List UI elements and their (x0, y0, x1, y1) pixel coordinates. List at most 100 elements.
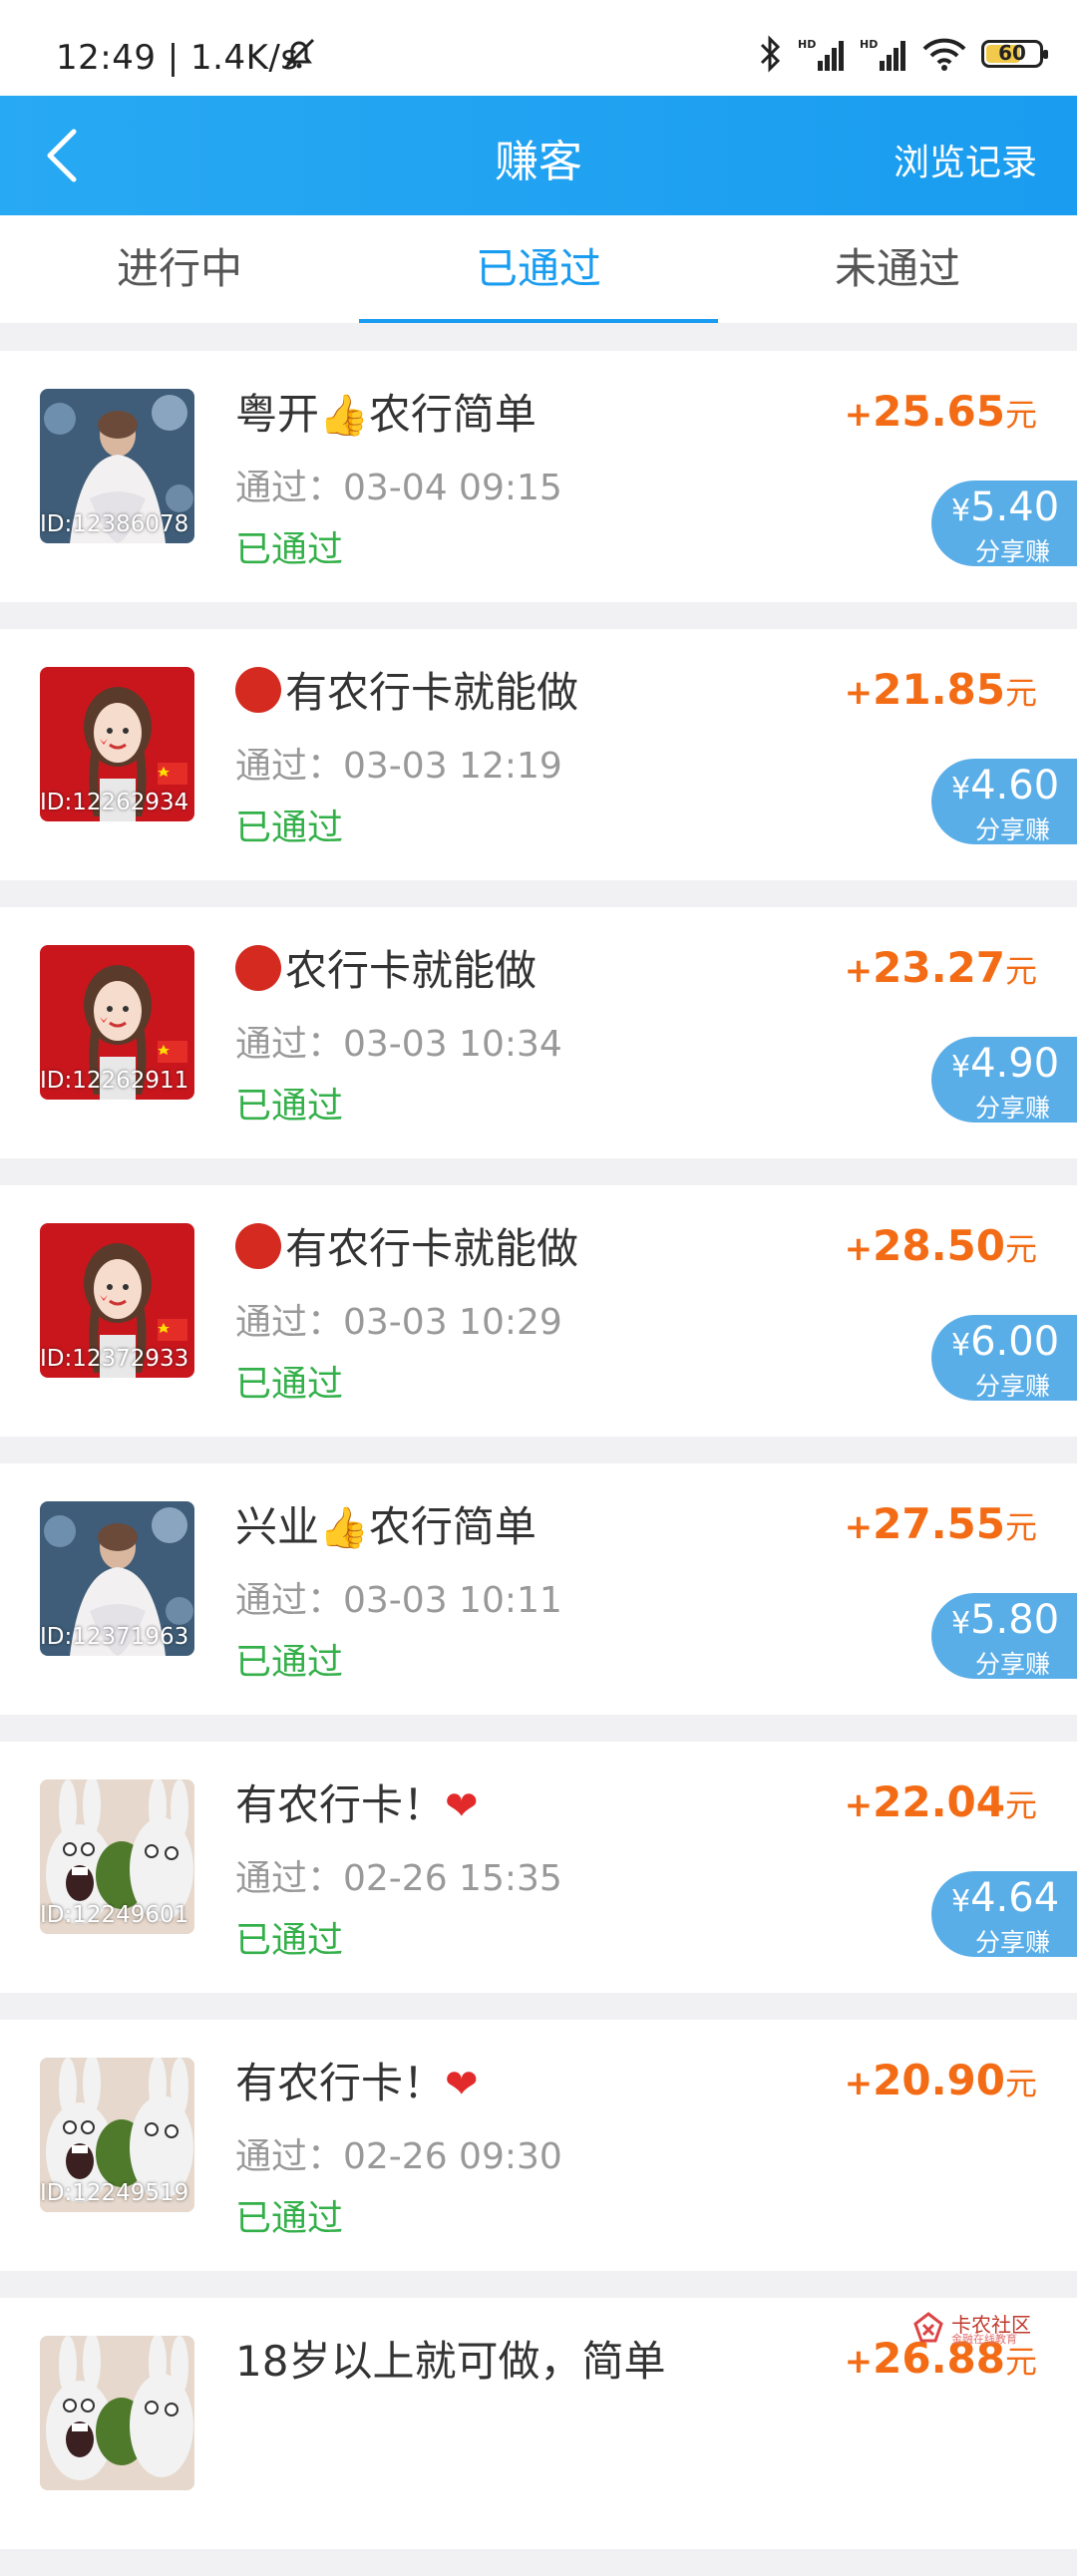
task-avatar: ID:12249601 (40, 1779, 194, 1934)
share-label: 分享赚 (975, 1372, 1051, 1401)
plus-sign: + (844, 1785, 874, 1825)
browse-history-button[interactable]: 浏览记录 (894, 134, 1037, 185)
task-card[interactable]: ID:12262934 有农行卡就能做 通过：03-03 12:19 已通过 +21.8… (0, 629, 1077, 880)
reward-amount: +27.55元 (845, 1499, 1037, 1548)
yen-sign: ¥ (951, 1328, 971, 1363)
task-avatar: ID:12386078 (40, 389, 194, 543)
share-value: 4.90 (970, 1041, 1060, 1087)
plus-sign: + (844, 951, 874, 991)
approved-time: 通过：03-04 09:15 (235, 468, 562, 508)
task-title: 18岁以上就可做，简单 (235, 2337, 666, 2386)
red-dot-icon (235, 945, 281, 991)
reward-value: 20.90 (873, 2056, 1005, 2104)
tab-approved[interactable]: 已通过 (359, 215, 718, 323)
share-earn-button[interactable]: ¥4.60 分享赚 (931, 759, 1077, 844)
status-icons: HD HD 60 (756, 34, 1048, 74)
reward-unit: 元 (1004, 1786, 1037, 1824)
yen-sign: ¥ (951, 493, 971, 528)
reward-unit: 元 (1004, 674, 1037, 712)
yen-sign: ¥ (951, 1606, 971, 1641)
reward-unit: 元 (1004, 1230, 1037, 1268)
tab-rejected[interactable]: 未通过 (718, 215, 1077, 323)
task-avatar: ID:12249519 (40, 2058, 194, 2212)
plus-sign: + (844, 1507, 874, 1547)
reward-value: 22.04 (873, 1777, 1005, 1826)
task-card[interactable]: ID:12249519 有农行卡！❤ 通过：02-26 09:30 已通过 +20.90… (0, 2020, 1077, 2271)
task-avatar: ID:12372933 (40, 1223, 194, 1378)
task-id: ID:12249519 (40, 2180, 189, 2206)
thumbs-up-icon: 👍 (319, 1505, 369, 1551)
task-avatar: ID:12262911 (40, 945, 194, 1100)
task-card[interactable]: ID:12386078 粤开👍农行简单 通过：03-04 09:15 已通过 +25.6… (0, 351, 1077, 602)
heart-icon: ❤ (445, 2062, 479, 2107)
reward-unit: 元 (1004, 396, 1037, 434)
status-label: 已通过 (235, 2198, 344, 2239)
signal-hd-icon-2: HD (860, 38, 905, 71)
plus-sign: + (844, 1229, 874, 1269)
status-label: 已通过 (235, 1642, 344, 1683)
share-label: 分享赚 (975, 1094, 1051, 1123)
reward-value: 21.85 (873, 665, 1005, 714)
task-list: ID:12386078 粤开👍农行简单 通过：03-04 09:15 已通过 +25.6… (0, 351, 1077, 2576)
approved-time: 通过：03-03 10:11 (235, 1580, 562, 1621)
approved-time: 通过：02-26 09:30 (235, 2136, 562, 2177)
share-value: 5.80 (970, 1597, 1060, 1643)
reward-amount: +28.50元 (845, 1221, 1037, 1270)
task-avatar (40, 2336, 194, 2490)
svg-text:HD: HD (860, 38, 878, 51)
share-earn-button[interactable]: ¥5.40 分享赚 (931, 481, 1077, 566)
watermark-subtext: 金融在线教育 (951, 2333, 1017, 2346)
plus-sign: + (844, 2064, 874, 2103)
signal-hd-icon: HD (798, 38, 844, 71)
task-card[interactable]: ID:12249601 有农行卡！❤ 通过：02-26 15:35 已通过 +22.04… (0, 1742, 1077, 1993)
status-label: 已通过 (235, 1920, 344, 1961)
reward-value: 28.50 (873, 1221, 1005, 1270)
status-label: 已通过 (235, 1364, 344, 1405)
reward-value: 27.55 (873, 1499, 1005, 1548)
reward-value: 23.27 (873, 943, 1005, 992)
share-value: 4.64 (970, 1875, 1060, 1921)
yen-sign: ¥ (951, 1884, 971, 1919)
task-title: 有农行卡就能做 (235, 659, 578, 720)
share-earn-button[interactable]: ¥6.00 分享赚 (931, 1315, 1077, 1401)
share-value: 5.40 (970, 484, 1060, 530)
task-card[interactable]: ID:12372933 有农行卡就能做通过：03-03 10:29 已通过 +28.5… (0, 1185, 1077, 1437)
reward-amount: +25.65元 (845, 387, 1037, 436)
red-dot-icon (235, 1223, 281, 1269)
plus-sign: + (844, 2342, 874, 2382)
task-id: ID:12372933 (40, 1346, 189, 1372)
task-card[interactable]: ID:12262911 农行卡就能做 通过：03-03 10:34 已通过 +23.27… (0, 907, 1077, 1158)
status-tabs: 进行中 已通过 未通过 (0, 215, 1077, 323)
yen-sign: ¥ (951, 772, 971, 806)
task-id: ID:12262934 (40, 790, 189, 815)
plus-sign: + (844, 673, 874, 713)
wifi-icon (922, 38, 966, 71)
task-id: ID:12262911 (40, 1068, 189, 1094)
reward-value: 25.65 (873, 387, 1005, 436)
task-card[interactable]: ID:12371963 兴业👍农行简单 通过：03-03 10:11 已通过 +27.5… (0, 1463, 1077, 1715)
task-title: 农行卡就能做 (235, 937, 537, 998)
approved-time: 通过：03-03 10:34 (235, 1024, 562, 1065)
battery-icon: 60 (981, 40, 1048, 68)
reward-unit: 元 (1004, 2065, 1037, 2102)
task-id: ID:12386078 (40, 511, 189, 537)
watermark: 卡农社区 金融在线教育 (911, 2309, 1051, 2349)
share-earn-button[interactable]: ¥4.90 分享赚 (931, 1037, 1077, 1123)
approved-time: 通过：03-03 12:19 (235, 746, 562, 787)
share-earn-button[interactable]: ¥4.64 分享赚 (931, 1871, 1077, 1957)
reward-amount: +23.27元 (845, 943, 1037, 992)
task-id: ID:12249601 (40, 1902, 189, 1928)
status-label: 已通过 (235, 529, 344, 570)
approved-time: 通过：03-03 10:29 (235, 1302, 562, 1343)
task-avatar: ID:12262934 (40, 667, 194, 821)
thumbs-up-icon: 👍 (319, 393, 369, 439)
reward-unit: 元 (1004, 1508, 1037, 1546)
share-earn-button[interactable]: ¥5.80 分享赚 (931, 1593, 1077, 1679)
app-header: 赚客 浏览记录 (0, 96, 1077, 215)
yen-sign: ¥ (951, 1050, 971, 1085)
tab-in-progress[interactable]: 进行中 (0, 215, 359, 323)
heart-icon: ❤ (445, 1783, 479, 1829)
task-title: 有农行卡就能做 (235, 1215, 578, 1276)
svg-text:HD: HD (798, 38, 816, 51)
reward-amount: +20.90元 (845, 2056, 1037, 2104)
